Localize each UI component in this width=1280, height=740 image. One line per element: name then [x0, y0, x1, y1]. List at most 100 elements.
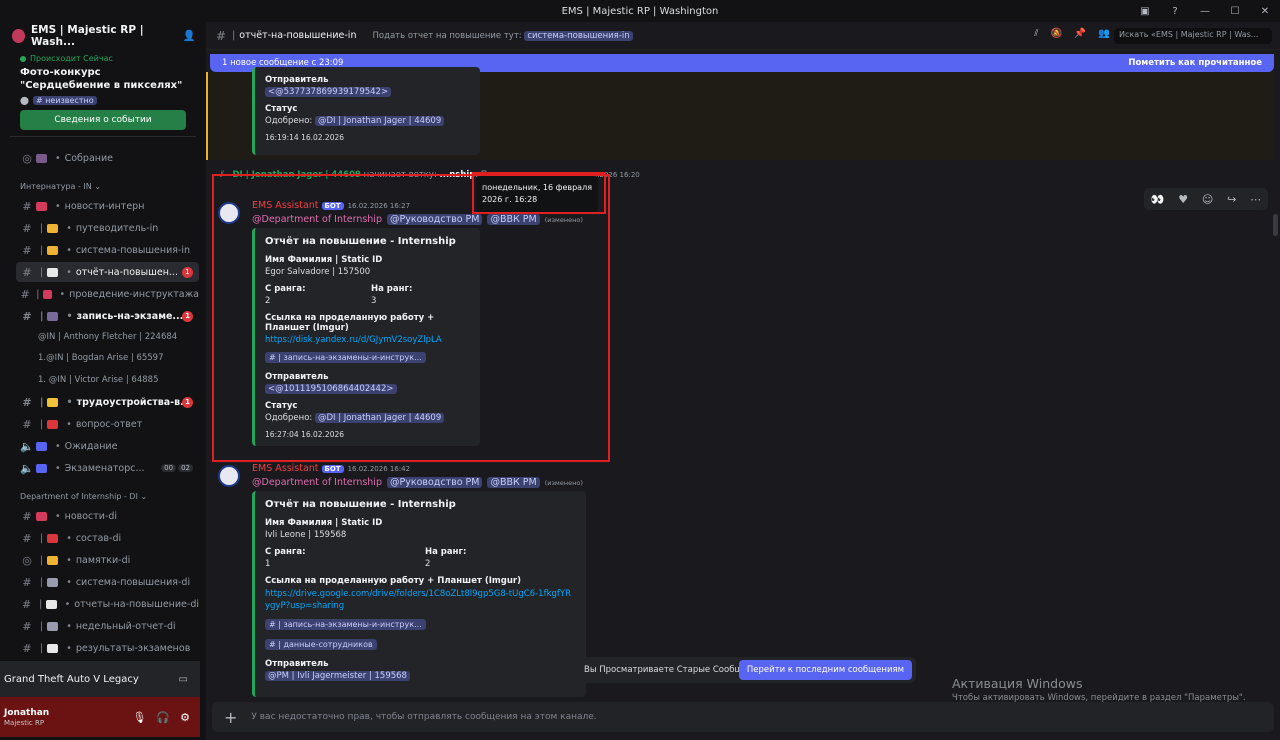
- channel-sidebar: EMS | Majestic RP | Wash... ⌄ 👤 Происход…: [0, 22, 206, 740]
- hash-icon: #: [21, 597, 32, 611]
- user-name[interactable]: Jonathan: [4, 708, 49, 718]
- event-details-button[interactable]: Сведения о событии: [20, 110, 186, 130]
- maximize-button[interactable]: ☐: [1220, 6, 1250, 17]
- add-reaction-icon[interactable]: ☺: [1202, 193, 1213, 206]
- annotation-box-tooltip: [472, 172, 606, 214]
- channel-staff-di[interactable]: # | • состав-di: [16, 528, 199, 548]
- channel-briefing[interactable]: # | • проведение-инструктажа: [16, 284, 199, 304]
- sender-mention[interactable]: <@537737869939179542>: [265, 87, 392, 97]
- category-department-internship[interactable]: Department of Internship - DI ⌄: [20, 492, 147, 501]
- gear-icon[interactable]: ⚙: [180, 711, 190, 724]
- role-mention[interactable]: @ВВК PM: [487, 477, 540, 488]
- headphones-icon[interactable]: 🎧: [156, 711, 170, 724]
- topic-channel-link[interactable]: система-повышения-in: [524, 30, 633, 41]
- channel-news-intern[interactable]: # • новости-интерн: [16, 196, 199, 216]
- channel-promotion-reports-di[interactable]: # | • отчеты-на-повышение-di: [16, 594, 199, 614]
- channel-promotion-system-di[interactable]: # | • система-повышения-di: [16, 572, 199, 592]
- speaker-icon: 🔈: [20, 439, 34, 453]
- threads-icon[interactable]: ⫽: [1034, 28, 1038, 39]
- windows-activation-watermark: Активация Windows Чтобы активировать Win…: [952, 676, 1246, 703]
- game-activity-bar[interactable]: Grand Theft Auto V Legacy ▭: [0, 661, 200, 697]
- voice-channel-waiting[interactable]: 🔈 • Ожидание: [16, 436, 199, 456]
- embed-title: Отчёт на повышение - Internship: [265, 499, 456, 510]
- channel-link-pill[interactable]: # | запись-на-экзамены-и-инструк...: [265, 619, 426, 630]
- members-icon[interactable]: 👥: [1098, 28, 1110, 39]
- field-value: 2: [425, 559, 431, 569]
- help-icon[interactable]: ?: [1160, 6, 1190, 17]
- microphone-icon[interactable]: 🎙: [132, 711, 146, 724]
- avatar[interactable]: [218, 465, 240, 487]
- hash-icon: #: [22, 619, 32, 633]
- more-icon[interactable]: ⋯: [1250, 193, 1261, 206]
- event-location[interactable]: # неизвестно: [32, 96, 97, 105]
- server-logo-icon: [12, 29, 25, 43]
- game-overlay-icon[interactable]: ▭: [179, 674, 188, 685]
- jump-to-latest-button[interactable]: Перейти к последним сообщениям: [738, 660, 912, 680]
- search-input[interactable]: Искать «EMS | Majestic RP | Was...: [1114, 28, 1272, 44]
- channel-promotion-system-in[interactable]: # | • система-повышения-in: [16, 240, 199, 260]
- mark-as-read-button[interactable]: Пометить как прочитанное: [1128, 58, 1262, 68]
- eyes-reaction-icon[interactable]: 👀: [1151, 193, 1165, 206]
- thread-item[interactable]: @IN | Anthony Fletcher | 224684: [38, 332, 177, 342]
- speaker-icon: 🔈: [20, 461, 34, 475]
- emoji-icon: [47, 311, 59, 321]
- role-mention[interactable]: @Руководство PM: [386, 477, 483, 488]
- channel-label: Ожидание: [64, 440, 118, 452]
- channel-exam-results[interactable]: # | • результаты-экзаменов: [16, 638, 199, 658]
- channel-employment[interactable]: # | • трудоустройства-в... 1: [16, 392, 199, 412]
- minimize-button[interactable]: —: [1190, 6, 1220, 17]
- window-title: EMS | Majestic RP | Washington: [561, 5, 719, 17]
- edited-label: (изменено): [544, 479, 583, 487]
- channel-header: # | отчёт-на-повышение-in Подать отчет н…: [206, 22, 1280, 50]
- server-header[interactable]: EMS | Majestic RP | Wash... ⌄ 👤: [0, 22, 206, 50]
- sender-mention[interactable]: @PM | Ivli Jagermeister | 159568: [265, 671, 410, 681]
- hash-icon: #: [22, 265, 32, 279]
- folder-icon: [47, 223, 59, 233]
- message-composer[interactable]: + У вас недостаточно прав, чтобы отправл…: [212, 702, 1274, 732]
- message-author[interactable]: EMS Assistant: [252, 463, 319, 474]
- channel-link-pill[interactable]: # | данные-сотрудников: [265, 639, 377, 650]
- channel-promotion-report-in[interactable]: # | • отчёт-на-повышен... 1: [16, 262, 199, 282]
- voice-channel-examiners[interactable]: 🔈 • Экзаменаторс... 00 02: [16, 458, 199, 478]
- category-label: Department of Internship - DI: [20, 492, 138, 501]
- channel-exam-signup[interactable]: # | • запись-на-экзаме... 1: [16, 306, 199, 326]
- hash-icon: #: [216, 28, 227, 43]
- scrollbar[interactable]: [1273, 214, 1278, 236]
- thread-item[interactable]: 1.@IN | Bogdan Arise | 65597: [38, 353, 164, 363]
- role-mention[interactable]: @Department of Internship: [252, 477, 382, 488]
- field-name: Отправитель: [265, 75, 329, 85]
- channel-label: состав-di: [75, 532, 122, 544]
- hash-icon: #: [22, 641, 32, 655]
- channel-qa[interactable]: # | • вопрос-ответ: [16, 414, 199, 434]
- channel-guide-in[interactable]: # | • путеводитель-in: [16, 218, 199, 238]
- thread-item[interactable]: 1. @IN | Victor Arise | 64885: [38, 375, 158, 385]
- folder-icon: [47, 245, 59, 255]
- work-link[interactable]: https://drive.google.com/drive/folders/1…: [265, 588, 571, 612]
- hash-icon: #: [22, 531, 32, 545]
- thread-hash-icon: #: [22, 199, 32, 213]
- channel-weekly-report-di[interactable]: # | • недельный-отчет-di: [16, 616, 199, 636]
- hash-icon: #: [22, 417, 32, 431]
- unread-badge: 1: [182, 266, 193, 278]
- pin-icon[interactable]: 📌: [1074, 28, 1086, 39]
- close-button[interactable]: ✕: [1250, 6, 1280, 17]
- mute-icon[interactable]: 🔕: [1050, 28, 1062, 39]
- thread-hash-icon: #: [22, 509, 32, 523]
- channel-news-di[interactable]: # • новости-di: [16, 506, 199, 526]
- channel-label: Собрание: [64, 152, 113, 164]
- channel-memos-di[interactable]: ◎ | • памятки-di: [16, 550, 199, 570]
- reply-icon[interactable]: ↪: [1227, 193, 1236, 206]
- location-icon: ⬤: [20, 96, 29, 105]
- add-member-icon[interactable]: 👤: [183, 29, 196, 42]
- plus-icon[interactable]: +: [224, 708, 237, 727]
- hash-icon: #: [22, 575, 32, 589]
- inbox-icon[interactable]: ▣: [1130, 6, 1160, 17]
- category-internship[interactable]: Интернатура - IN ⌄: [20, 182, 101, 191]
- approver-mention[interactable]: @DI | Jonathan Jager | 44609: [314, 116, 445, 126]
- hash-icon: #: [22, 309, 32, 323]
- voice-channel-meeting[interactable]: ◎ • Собрание: [16, 148, 199, 168]
- question-icon: [47, 419, 59, 429]
- field-name: Статус: [265, 104, 298, 114]
- heart-reaction-icon[interactable]: ♥: [1178, 193, 1188, 206]
- folder-icon: [47, 555, 59, 565]
